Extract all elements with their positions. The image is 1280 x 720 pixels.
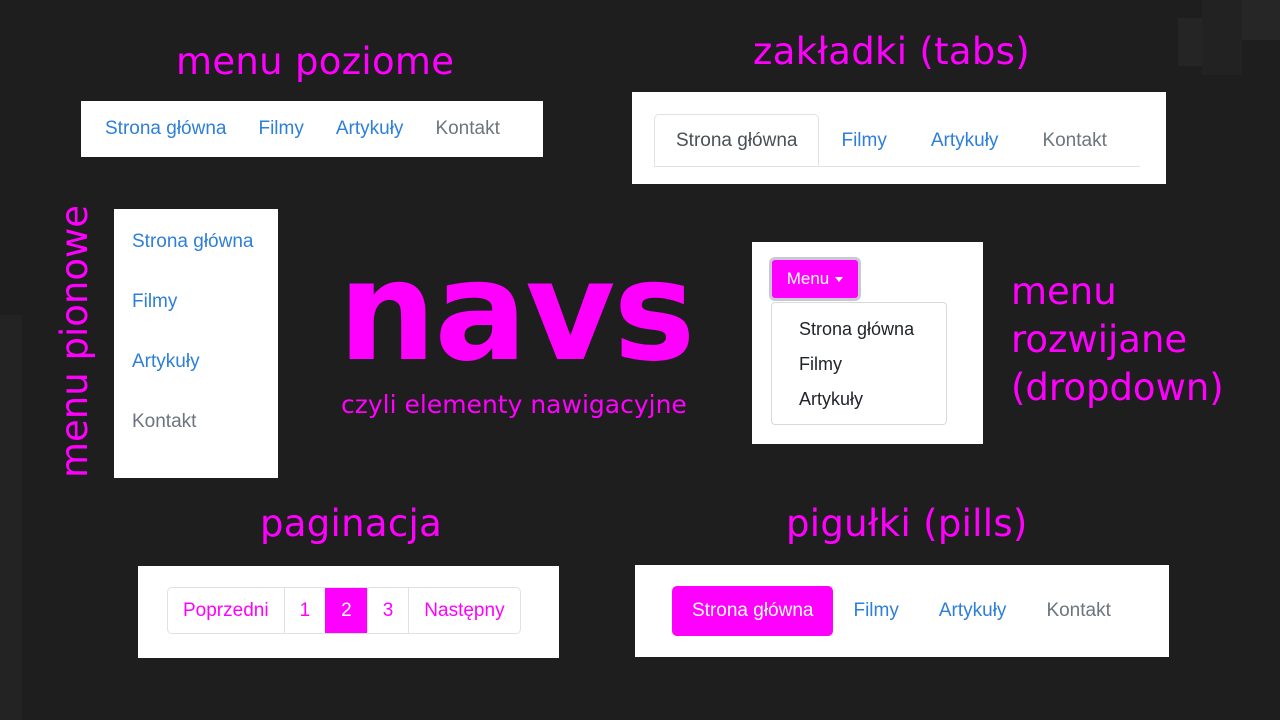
background-decoration [1242, 0, 1280, 40]
pagination-next[interactable]: Następny [408, 588, 519, 633]
pagination-page-1[interactable]: 1 [283, 588, 326, 633]
page-subtitle: czyli elementy nawigacyjne [341, 390, 687, 419]
vnav-item-articles[interactable]: Artykuły [132, 351, 200, 373]
vertical-nav: Strona główna Filmy Artykuły Kontakt [114, 209, 278, 478]
tabs-nav: Strona główna Filmy Artykuły Kontakt [654, 114, 1140, 167]
hnav-item-articles[interactable]: Artykuły [320, 118, 420, 140]
pill-contact[interactable]: Kontakt [1026, 586, 1130, 636]
tabs-panel: Strona główna Filmy Artykuły Kontakt [632, 92, 1166, 184]
heading-dropdown-line: menu [1011, 270, 1117, 313]
pill-home[interactable]: Strona główna [672, 586, 834, 636]
background-decoration [0, 315, 22, 720]
dropdown-button-label: Menu [786, 269, 830, 288]
pills-nav: Strona główna Filmy Artykuły Kontakt [672, 586, 1131, 636]
dropdown-item-home[interactable]: Strona główna [799, 319, 914, 340]
vnav-item-films[interactable]: Filmy [132, 291, 177, 313]
heading-dropdown-line: rozwijane [1011, 318, 1188, 361]
heading-vertical-menu: menu pionowe [53, 205, 96, 478]
vnav-item-contact[interactable]: Kontakt [132, 411, 196, 433]
heading-dropdown-line: (dropdown) [1011, 366, 1224, 409]
pagination-prev[interactable]: Poprzedni [168, 588, 284, 633]
heading-tabs: zakładki (tabs) [753, 30, 1030, 73]
pagination-page-2[interactable]: 2 [325, 588, 367, 633]
heading-pills: pigułki (pills) [786, 502, 1028, 545]
dropdown-item-films[interactable]: Filmy [799, 354, 842, 375]
heading-pagination: paginacja [260, 502, 443, 545]
pagination-page-3[interactable]: 3 [366, 588, 409, 633]
hnav-item-home[interactable]: Strona główna [89, 118, 242, 140]
pills-panel: Strona główna Filmy Artykuły Kontakt [635, 565, 1169, 657]
heading-horizontal-menu: menu poziome [176, 40, 455, 83]
background-decoration [1202, 0, 1242, 75]
dropdown-menu: Strona główna Filmy Artykuły [771, 302, 947, 425]
pagination-panel: Poprzedni 1 2 3 Następny [138, 566, 559, 658]
background-decoration [1178, 18, 1202, 66]
pill-articles[interactable]: Artykuły [919, 586, 1027, 636]
caret-down-icon [835, 276, 844, 282]
hnav-item-films[interactable]: Filmy [242, 118, 319, 140]
tab-home[interactable]: Strona główna [654, 114, 820, 166]
vnav-item-home[interactable]: Strona główna [132, 231, 253, 253]
tab-articles[interactable]: Artykuły [909, 114, 1021, 166]
pill-films[interactable]: Filmy [833, 586, 918, 636]
heading-dropdown: menu rozwijane (dropdown) [1011, 268, 1224, 412]
horizontal-nav: Strona główna Filmy Artykuły Kontakt [81, 101, 543, 157]
pagination: Poprzedni 1 2 3 Następny [167, 587, 521, 634]
dropdown-item-articles[interactable]: Artykuły [799, 389, 863, 410]
dropdown-toggle-button[interactable]: Menu [769, 257, 861, 301]
page-title: navs [338, 231, 695, 392]
tab-films[interactable]: Filmy [819, 114, 908, 166]
tab-contact[interactable]: Kontakt [1020, 114, 1128, 166]
hnav-item-contact[interactable]: Kontakt [419, 118, 515, 140]
dropdown-panel: Menu Strona główna Filmy Artykuły [752, 242, 983, 444]
